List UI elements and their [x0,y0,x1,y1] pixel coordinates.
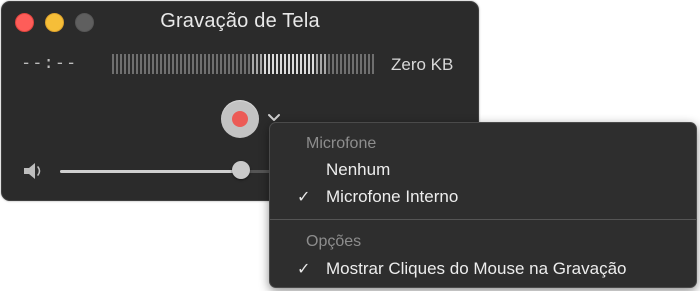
menu-item-none[interactable]: Nenhum [270,158,696,184]
meter-bar [348,54,350,74]
meter-bar [272,54,274,74]
meter-bar [228,54,230,74]
meter-bar [284,54,286,74]
meter-bar [276,54,278,74]
menu-header-options: Opções [306,233,362,250]
file-size-label: Zero KB [391,55,454,74]
meter-bar [316,54,318,74]
meter-bar [216,54,218,74]
menu-header-microphone: Microfone [306,135,377,152]
meter-bar [300,54,302,74]
meter-bar [240,54,242,74]
meter-bar [320,54,322,74]
meter-bar [364,54,366,74]
meter-bar [204,54,206,74]
menu-item-internal-microphone[interactable]: ✓ Microfone Interno [270,185,696,211]
meter-bar [256,54,258,74]
meter-bar [188,54,190,74]
screen: Gravação de Tela --:-- Zero KB Microfone… [0,0,700,291]
meter-bar [180,54,182,74]
meter-bar [184,54,186,74]
meter-bar [120,54,122,74]
menu-item-label: Nenhum [326,160,391,179]
meter-bar [196,54,198,74]
menu-separator [270,219,696,220]
meter-bar [192,54,194,74]
meter-bar [236,54,238,74]
meter-bar [260,54,262,74]
volume-slider-fill [60,170,241,173]
meter-bar [116,54,118,74]
meter-bar [164,54,166,74]
meter-bar [304,54,306,74]
meter-bar [200,54,202,74]
meter-bar [168,54,170,74]
meter-bar [136,54,138,74]
meter-bar [360,54,362,74]
meter-bar [268,54,270,74]
meter-bar [224,54,226,74]
menu-item-label: Microfone Interno [326,187,459,206]
meter-bar [336,54,338,74]
meter-bar [356,54,358,74]
meter-bar [324,54,326,74]
checkmark-icon: ✓ [297,189,311,206]
meter-bar [140,54,142,74]
meter-bar [344,54,346,74]
meter-bar [212,54,214,74]
speaker-icon[interactable] [22,160,46,182]
audio-level-meter [112,54,375,74]
meter-bar [144,54,146,74]
meter-bar [176,54,178,74]
meter-bar [368,54,370,74]
meter-bar [160,54,162,74]
meter-bar [112,54,114,74]
meter-bar [172,54,174,74]
menu-item-show-mouse-clicks[interactable]: ✓ Mostrar Cliques do Mouse na Gravação [270,257,696,283]
meter-bar [352,54,354,74]
meter-bar [152,54,154,74]
meter-bar [308,54,310,74]
checkmark-icon: ✓ [297,261,311,278]
meter-bar [244,54,246,74]
elapsed-time: --:-- [21,53,78,73]
meter-bar [372,54,374,74]
meter-bar [232,54,234,74]
meter-bar [280,54,282,74]
meter-bar [340,54,342,74]
meter-bar [252,54,254,74]
volume-slider-thumb[interactable] [231,161,250,179]
meter-bar [312,54,314,74]
meter-bar [220,54,222,74]
record-dot-icon [232,111,248,127]
meter-bar [332,54,334,74]
meter-bar [208,54,210,74]
meter-bar [132,54,134,74]
meter-bar [156,54,158,74]
meter-bar [148,54,150,74]
meter-bar [124,54,126,74]
recording-options-menu: Microfone Nenhum ✓ Microfone Interno Opç… [269,122,697,288]
meter-bar [128,54,130,74]
meter-bar [296,54,298,74]
window-title: Gravação de Tela [160,10,320,32]
meter-bar [264,54,266,74]
meter-bar [288,54,290,74]
record-button[interactable] [221,100,259,138]
meter-bar [248,54,250,74]
meter-bar [328,54,330,74]
meter-bar [292,54,294,74]
menu-item-label: Mostrar Cliques do Mouse na Gravação [326,259,627,278]
